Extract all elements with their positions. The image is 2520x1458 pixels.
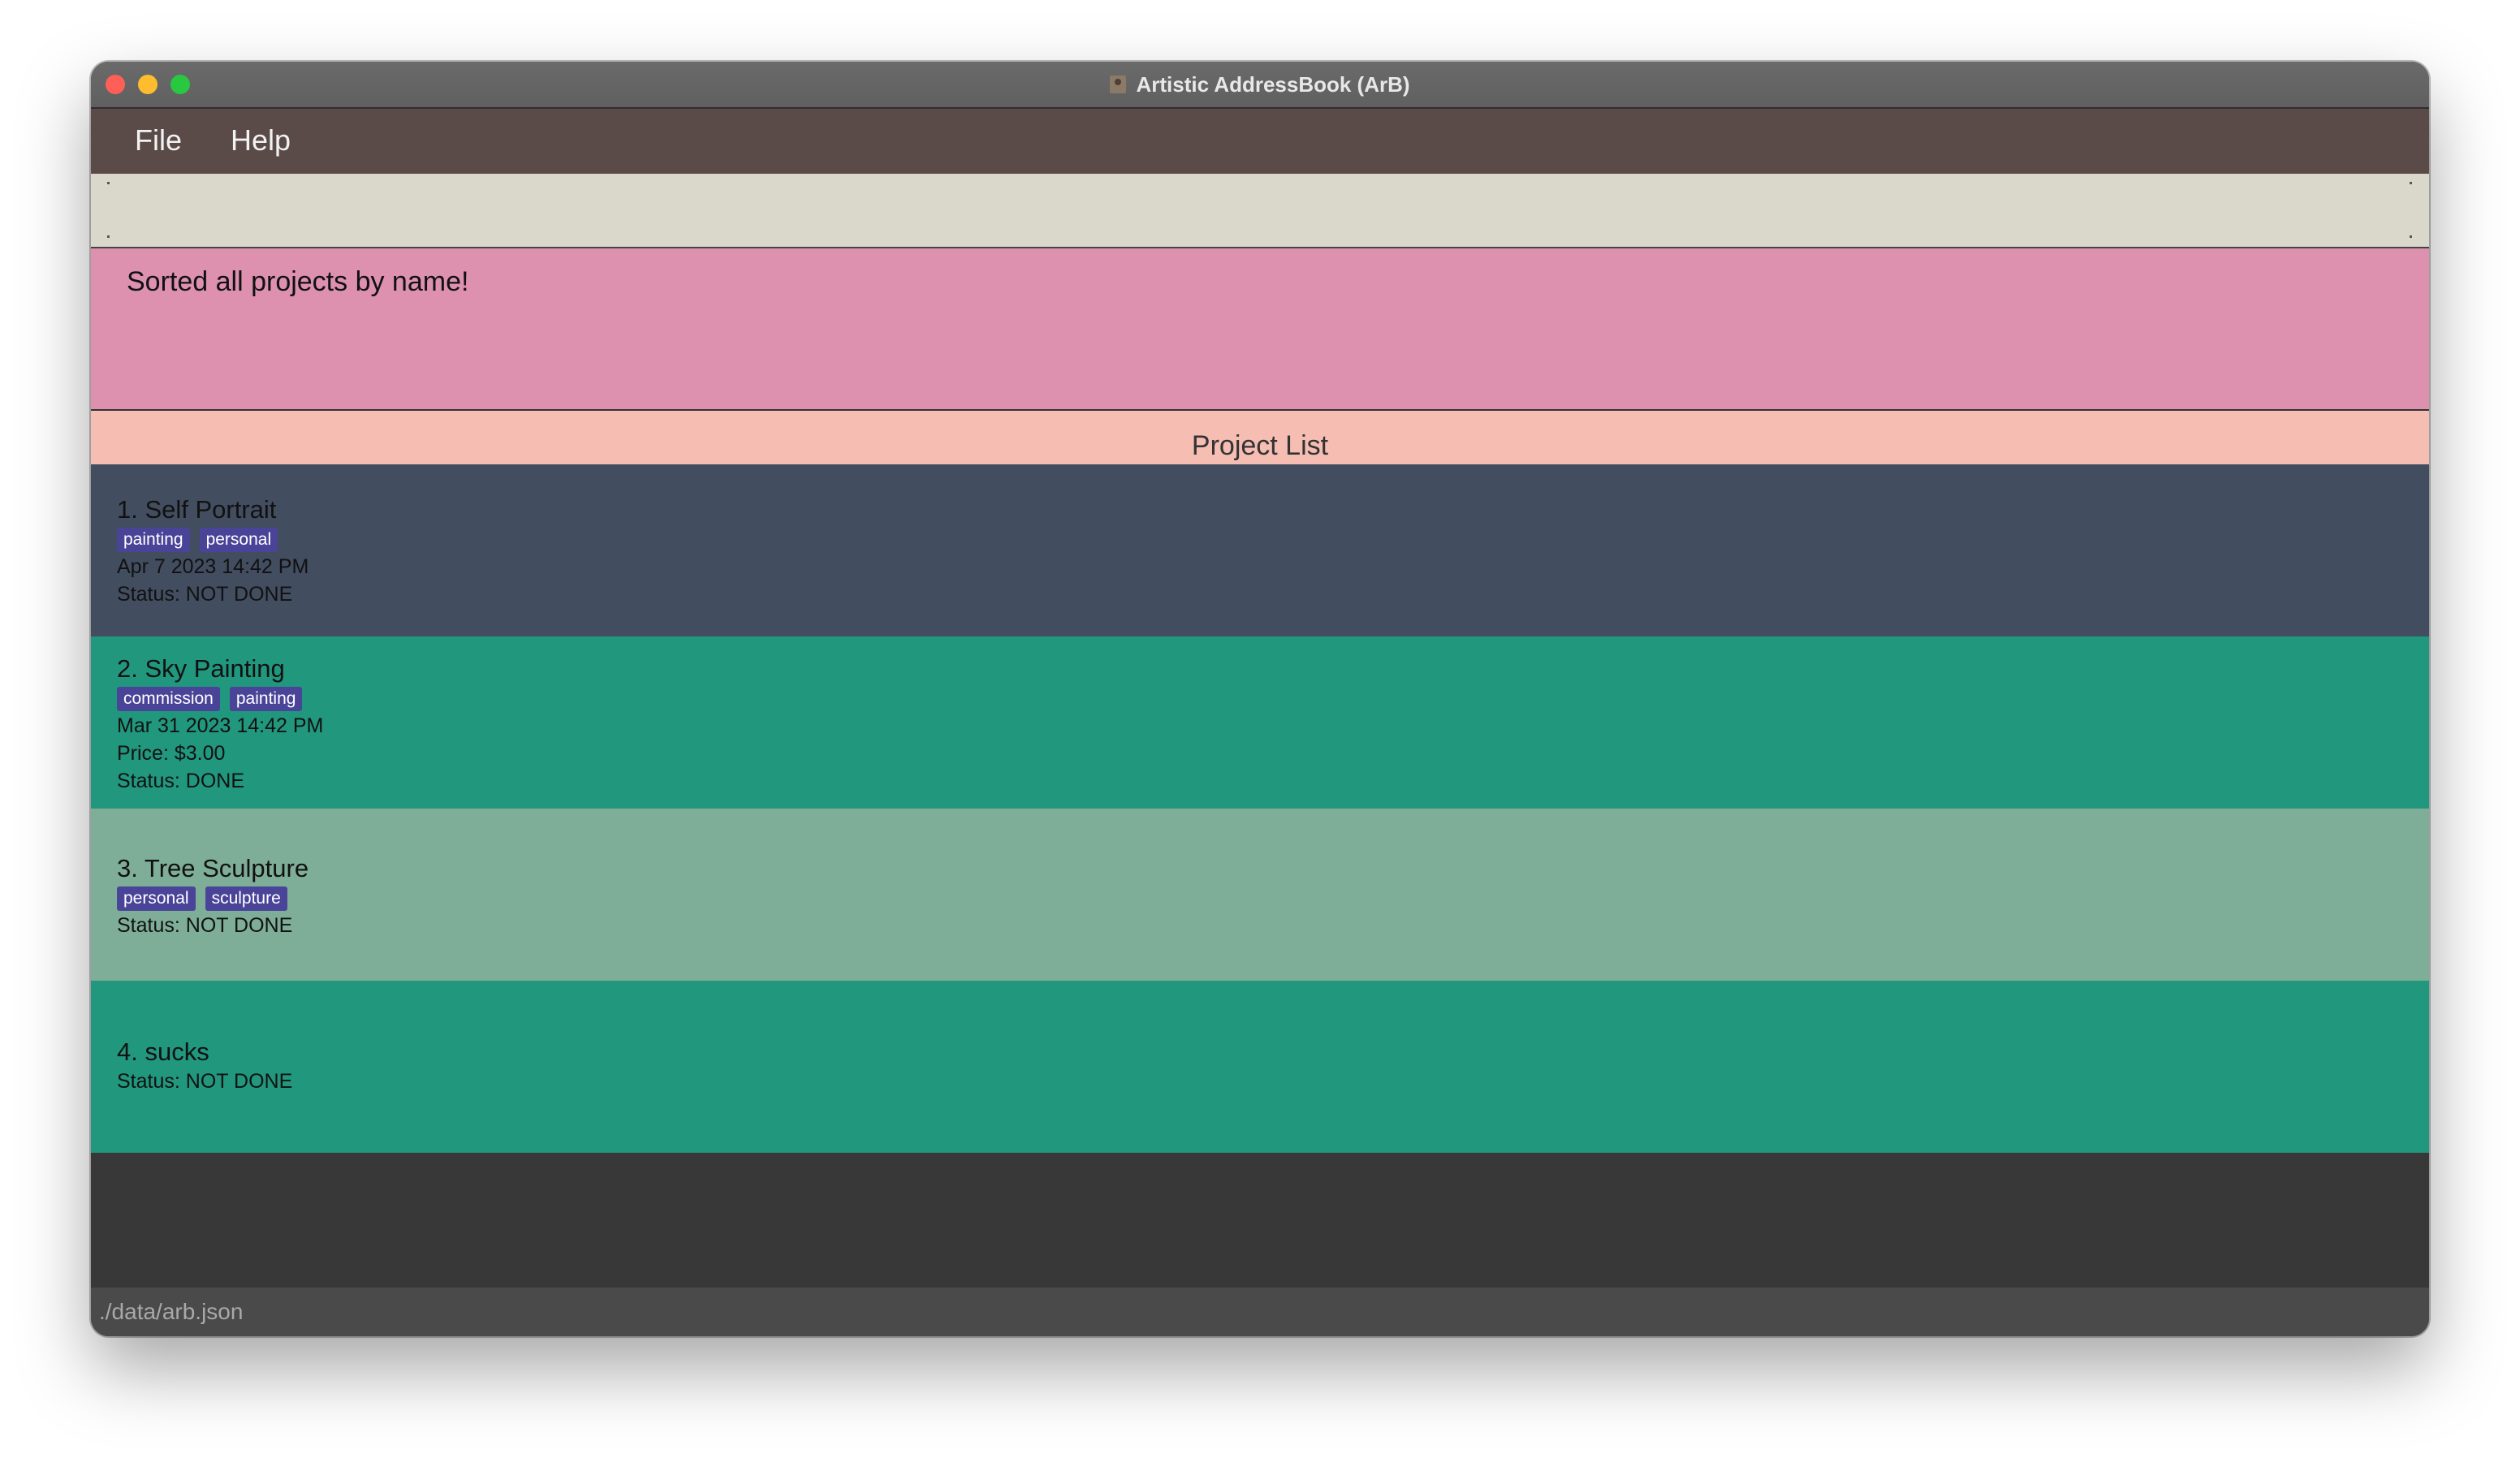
project-status: Status: NOT DONE: [117, 583, 293, 606]
command-input[interactable]: [91, 174, 2429, 247]
status-bar: ./data/arb.json: [91, 1288, 2429, 1336]
title-bar[interactable]: Artistic AddressBook (ArB): [91, 62, 2429, 109]
tag: personal: [117, 886, 196, 911]
corner-mark: [2410, 235, 2412, 238]
result-message: Sorted all projects by name!: [127, 266, 469, 297]
project-tags: personal sculpture: [117, 886, 287, 911]
project-deadline: Apr 7 2023 14:42 PM: [117, 555, 309, 578]
menu-help[interactable]: Help: [231, 123, 291, 157]
project-card[interactable]: 4. sucks Status: NOT DONE: [91, 981, 2429, 1153]
app-icon: [1110, 75, 1127, 93]
tag: commission: [117, 687, 220, 711]
project-list-header: Project List: [91, 411, 2429, 464]
project-title: 2. Sky Painting: [117, 654, 285, 683]
project-tags: commission painting: [117, 687, 303, 711]
project-card[interactable]: 2. Sky Painting commission painting Mar …: [91, 636, 2429, 809]
tag: personal: [199, 528, 278, 552]
tag: painting: [229, 687, 303, 711]
menu-file[interactable]: File: [135, 123, 182, 157]
corner-mark: [107, 235, 110, 238]
window-title-wrap: Artistic AddressBook (ArB): [91, 62, 2429, 107]
project-status: Status: NOT DONE: [117, 914, 293, 937]
project-price: Price: $3.00: [117, 742, 226, 765]
project-title: 3. Tree Sculpture: [117, 854, 309, 882]
project-card[interactable]: 1. Self Portrait painting personal Apr 7…: [91, 464, 2429, 636]
project-title: 1. Self Portrait: [117, 495, 277, 524]
result-display: Sorted all projects by name!: [91, 248, 2429, 411]
project-list[interactable]: 1. Self Portrait painting personal Apr 7…: [91, 464, 2429, 1288]
tag: sculpture: [205, 886, 287, 911]
project-status: Status: NOT DONE: [117, 1070, 293, 1093]
corner-mark: [107, 182, 110, 184]
tag: painting: [117, 528, 190, 552]
corner-mark: [2410, 182, 2412, 184]
command-box: [91, 174, 2429, 248]
save-file-path: ./data/arb.json: [99, 1299, 244, 1324]
project-status: Status: DONE: [117, 770, 244, 792]
project-title: 4. sucks: [117, 1037, 209, 1066]
window-title: Artistic AddressBook (ArB): [1136, 71, 1410, 97]
project-deadline: Mar 31 2023 14:42 PM: [117, 714, 324, 737]
project-card[interactable]: 3. Tree Sculpture personal sculpture Sta…: [91, 809, 2429, 981]
app-window: Artistic AddressBook (ArB) File Help Sor…: [91, 62, 2429, 1336]
project-tags: painting personal: [117, 528, 278, 552]
menu-bar: File Help: [91, 109, 2429, 174]
